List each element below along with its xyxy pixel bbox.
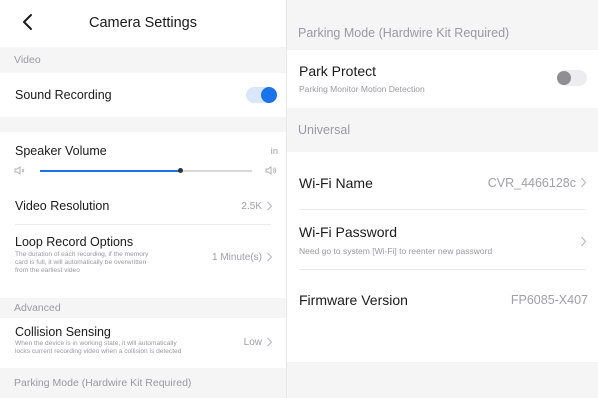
firmware-version-label: Firmware Version <box>299 292 408 308</box>
section-advanced: Advanced <box>0 298 286 318</box>
firmware-version-value: FP6085-X407 <box>510 293 588 307</box>
speaker-volume-end-label: in <box>270 146 278 157</box>
park-protect-desc: Parking Monitor Motion Detection <box>299 84 425 94</box>
volume-slider[interactable] <box>40 168 252 173</box>
park-protect-toggle[interactable] <box>557 70 587 86</box>
toggle-knob <box>262 88 276 102</box>
chevron-right-icon <box>267 337 273 347</box>
park-protect-label: Park Protect <box>299 63 377 79</box>
camera-settings-panel-continued: Parking Mode (Hardwire Kit Required) Par… <box>287 0 598 398</box>
loop-record-label: Loop Record Options <box>15 235 134 249</box>
page-title: Camera Settings <box>89 15 197 31</box>
section-spacer <box>0 117 286 132</box>
section-parking-mode: Parking Mode (Hardwire Kit Required) <box>0 368 286 398</box>
wifi-name-row[interactable]: Wi-Fi Name CVR_4466128c <box>287 152 598 210</box>
volume-high-icon <box>265 166 277 175</box>
collision-sensing-label: Collision Sensing <box>15 325 111 339</box>
video-resolution-label: Video Resolution <box>15 199 110 213</box>
collision-sensing-row[interactable]: Collision Sensing When the device is in … <box>0 318 286 368</box>
wifi-name-label: Wi-Fi Name <box>299 175 373 191</box>
universal-group: Wi-Fi Name CVR_4466128c Wi-Fi Password N… <box>287 152 598 362</box>
wifi-password-row[interactable]: Wi-Fi Password Need go to system [Wi-Fi]… <box>287 210 598 270</box>
sound-recording-label: Sound Recording <box>15 88 112 102</box>
loop-record-value: 1 Minute(s) <box>211 252 262 263</box>
speaker-volume-label: Speaker Volume <box>15 144 107 158</box>
park-protect-row: Park Protect Parking Monitor Motion Dete… <box>287 50 598 108</box>
wifi-password-desc: Need go to system [Wi-Fi] to reenter new… <box>299 246 493 256</box>
wifi-name-value: CVR_4466128c <box>487 176 576 190</box>
speaker-volume-row: Speaker Volume in <box>0 132 286 188</box>
video-resolution-row[interactable]: Video Resolution 2.5K <box>0 188 286 225</box>
volume-slider-thumb[interactable] <box>177 168 183 173</box>
collision-sensing-value: Low <box>243 337 262 348</box>
section-parking-mode: Parking Mode (Hardwire Kit Required) <box>287 16 598 50</box>
sound-recording-toggle[interactable] <box>246 87 276 103</box>
video-resolution-value: 2.5K <box>241 201 262 212</box>
section-video: Video <box>0 47 286 73</box>
chevron-right-icon <box>267 201 273 211</box>
wifi-password-label: Wi-Fi Password <box>299 224 398 240</box>
volume-slider-fill <box>40 170 180 172</box>
firmware-version-row: Firmware Version FP6085-X407 <box>287 270 598 322</box>
loop-record-desc-line-3: from the earliest video <box>15 267 80 274</box>
camera-settings-panel: Camera Settings Video Sound Recording Sp… <box>0 0 286 398</box>
collision-sensing-desc-line-2: locks current recording video when a col… <box>15 348 182 355</box>
volume-low-icon <box>14 166 25 175</box>
chevron-right-icon <box>267 252 273 262</box>
loop-record-row[interactable]: Loop Record Options The duration of each… <box>0 225 286 298</box>
sound-recording-row: Sound Recording <box>0 73 286 117</box>
chevron-right-icon <box>581 177 587 188</box>
chevron-right-icon <box>581 236 587 247</box>
app-header: Camera Settings <box>0 0 286 45</box>
section-universal: Universal <box>287 108 598 152</box>
toggle-knob <box>557 71 571 85</box>
